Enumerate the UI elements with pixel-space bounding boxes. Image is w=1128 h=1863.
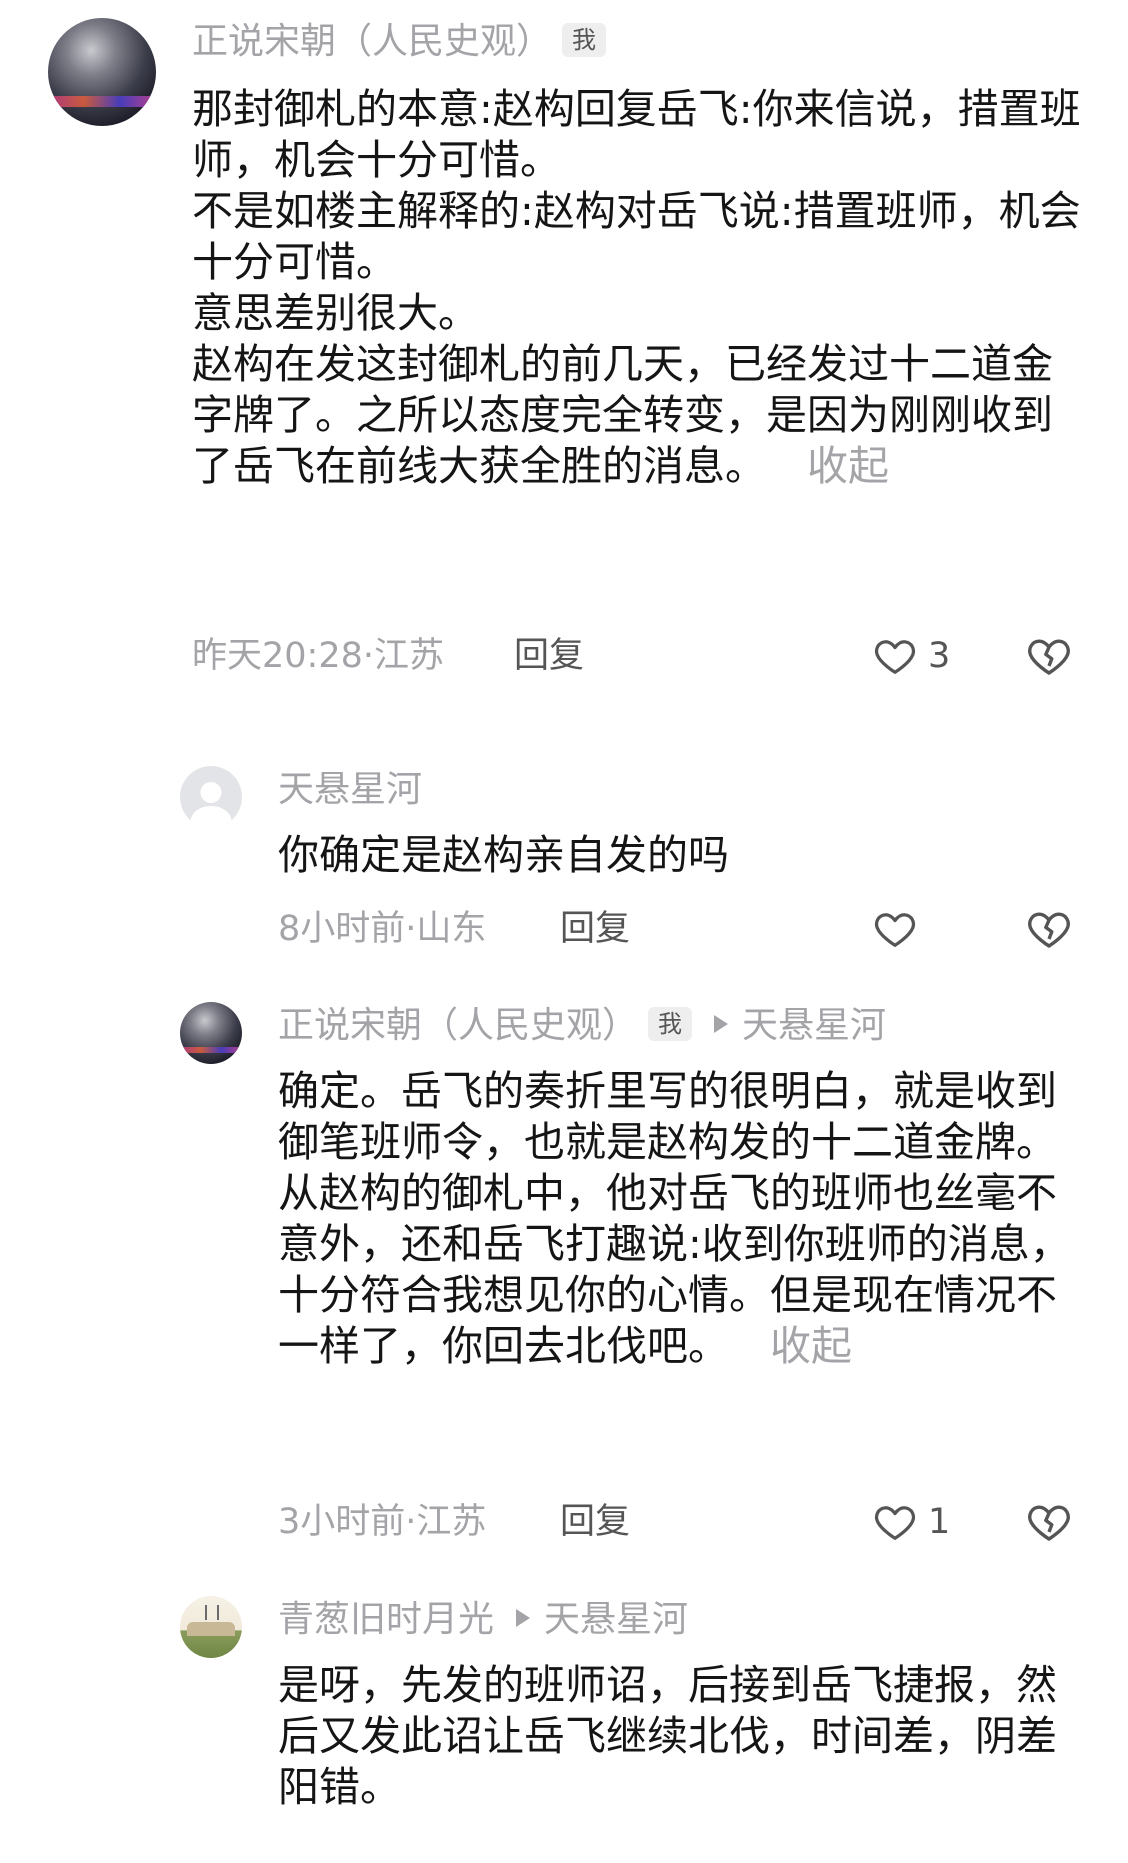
comment-text: 确定。岳飞的奏折里写的很明白，就是收到御笔班师令，也就是赵构发的十二道金牌。从赵… [278, 1067, 1071, 1370]
comment-paragraph: 赵构在发这封御札的前几天，已经发过十二道金字牌了。之所以态度完全转变，是因为刚刚… [192, 340, 1053, 490]
triangle-right-icon [516, 1609, 531, 1627]
comment-paragraph: 不是如楼主解释的:赵构对岳飞说:措置班师，机会十分可惜。 [192, 187, 1081, 286]
heart-outline-icon [874, 913, 916, 947]
avatar[interactable] [180, 1596, 242, 1658]
collapse-link[interactable]: 收起 [770, 1322, 852, 1370]
comment-text: 那封御札的本意:赵构回复岳飞:你来信说，措置班师，机会十分可惜。 不是如楼主解释… [192, 84, 1082, 492]
avatar[interactable] [180, 766, 242, 828]
comment-meta: 3小时前·江苏 [278, 1502, 487, 1542]
author-name[interactable]: 正说宋朝（人民史观） [192, 21, 552, 62]
comment-paragraph: 意思差别很大。 [192, 289, 479, 337]
reply-button[interactable]: 回复 [560, 905, 630, 953]
author-name[interactable]: 天悬星河 [278, 766, 422, 814]
reply-button[interactable]: 回复 [560, 1498, 630, 1546]
self-badge: 我 [648, 1007, 693, 1041]
comment-meta: 8小时前·山东 [278, 909, 487, 949]
like-count: 1 [928, 1502, 951, 1542]
heart-outline-icon [874, 1506, 916, 1540]
comment-text: 你确定是赵构亲自发的吗 [278, 831, 729, 879]
triangle-right-icon [714, 1015, 729, 1033]
broken-heart-icon[interactable] [1025, 905, 1073, 953]
author-name[interactable]: 青葱旧时月光 [278, 1599, 494, 1640]
comment-paragraph: 那封御札的本意:赵构回复岳飞:你来信说，措置班师，机会十分可惜。 [192, 85, 1081, 184]
self-badge: 我 [562, 23, 607, 57]
avatar[interactable] [48, 18, 156, 126]
reply-to-name[interactable]: 天悬星河 [544, 1599, 688, 1640]
like-button[interactable] [872, 905, 928, 953]
comment-meta: 昨天20:28·江苏 [192, 636, 444, 676]
reply-button[interactable]: 回复 [514, 632, 584, 680]
comment-author[interactable]: 青葱旧时月光 天悬星河 [278, 1596, 688, 1644]
author-name[interactable]: 正说宋朝（人民史观） [278, 1005, 638, 1046]
heart-outline-icon [874, 640, 916, 674]
like-button[interactable]: 3 [872, 632, 950, 680]
broken-heart-icon[interactable] [1025, 1498, 1073, 1546]
like-count: 3 [928, 636, 951, 676]
reply-to-name[interactable]: 天悬星河 [742, 1005, 886, 1046]
comment-author[interactable]: 正说宋朝（人民史观） 我 天悬星河 [278, 1002, 886, 1050]
collapse-link[interactable]: 收起 [807, 442, 889, 490]
avatar[interactable] [180, 1002, 242, 1064]
like-button[interactable]: 1 [872, 1498, 950, 1546]
broken-heart-icon[interactable] [1025, 632, 1073, 680]
comment-text: 是呀，先发的班师诏，后接到岳飞捷报，然后又发此诏让岳飞继续北伐，时间差，阴差阳错… [278, 1661, 1057, 1811]
comment-author[interactable]: 正说宋朝（人民史观） 我 [192, 18, 607, 66]
